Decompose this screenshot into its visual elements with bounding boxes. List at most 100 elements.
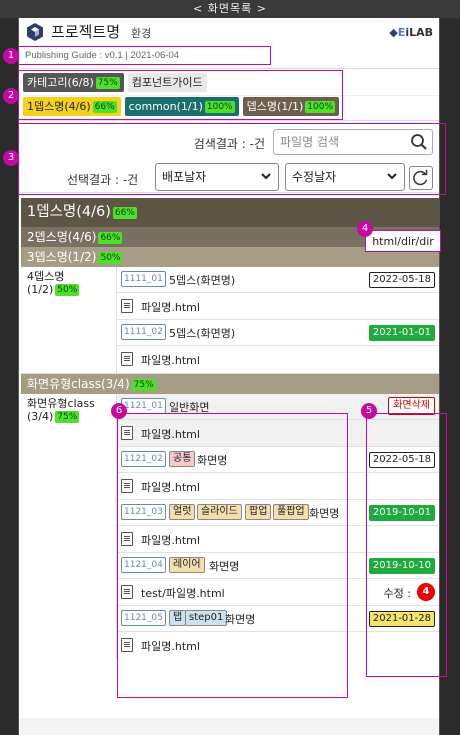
screen-title: 5뎁스(화면명) [169,327,236,340]
refresh-button[interactable] [409,166,433,190]
brand-logo: ◆EiLAB [389,26,433,39]
file-row[interactable]: 파일명.html [117,346,439,373]
percent-badge: 100% [305,101,335,113]
depth2-header[interactable]: 2뎁스명(4/6) 66% html/dir/dir [21,227,441,252]
file-row[interactable]: 파일명.html [117,632,439,659]
modified-label: 수정 : [383,587,411,600]
tag-step: step01 [185,610,228,626]
annotation-badge: 6 [111,403,127,419]
file-row[interactable]: 파일명.html [117,420,439,447]
divider [19,192,439,193]
screen-list-bar[interactable]: < 화면목록 > [0,0,460,18]
screen-code: 1121_03 [121,504,166,520]
file-icon [121,532,133,546]
divider [19,95,439,96]
list-item[interactable]: 1111_01 5뎁스(화면명) 2022-05-18 [117,267,439,293]
tab-common[interactable]: common(1/1) 100% [124,97,239,116]
screen-code: 1111_01 [121,271,166,287]
tab-category[interactable]: 카테고리(6/8) 75% [23,73,124,92]
percent-badge: 75% [55,411,80,423]
file-name-link[interactable]: 파일명.html [141,352,200,368]
group-label: 4뎁스명 (1/2) 50% [21,267,117,373]
tag-layer: 레이어 [169,557,205,573]
search-box [273,129,433,155]
file-row[interactable]: test/파일명.html 수정 : 4 [117,579,439,606]
deploy-date: 2021-01-01 [368,325,435,341]
tag-popup: 팝업 [245,504,272,520]
modified-date-select[interactable]: 수정날자 [285,163,405,191]
screen-code: 1121_01 [121,398,166,414]
delete-screen-button[interactable]: 화면삭제 [388,397,435,415]
divider [19,120,439,121]
file-name-link[interactable]: test/파일명.html [141,585,225,601]
screen-title: 화면명 [197,454,228,467]
screen-title: 화면명 [225,613,256,626]
list-item[interactable]: 1121_02 공통 화면명 2022-05-18 [117,447,439,473]
file-name-link[interactable]: 파일명.html [141,479,200,495]
tag-fullpopup: 풀팝업 [273,504,309,520]
deploy-date: 2022-05-18 [368,452,435,468]
class-group: 화면유형class (3/4) 75% 1121_01 일반화면 화면삭제 파일명.… [21,394,439,659]
chevron-down-icon [261,173,271,180]
list-item[interactable]: 1121_01 일반화면 화면삭제 [117,394,439,420]
modified-count-badge[interactable]: 4 [417,583,435,601]
tab-depth-name[interactable]: 뎁스명(1/1) 100% [242,97,339,116]
screen-title: 화면명 [209,560,240,573]
list-item[interactable]: 1111_02 5뎁스(화면명) 2021-01-01 [117,320,439,346]
tag-alert: 얼럿 [169,504,196,520]
file-name-link[interactable]: 파일명.html [141,299,200,315]
annotation-badge: 2 [3,88,19,104]
search-area: 검색결과 : -건 선택결과 : -건 배포날자 수정날자 [19,122,439,191]
percent-badge: 75% [95,77,120,89]
project-title: 프로젝트명 [51,23,121,41]
deploy-date-select[interactable]: 배포날자 [155,163,279,191]
annotation-badge: 4 [357,221,373,237]
screen-title: 일반화면 [169,401,210,414]
depth4-group: 4뎁스명 (1/2) 50% 1111_01 5뎁스(화면명) 2022-05-18… [21,267,439,374]
deploy-date: 2022-05-18 [368,272,435,288]
category-tabs: 카테고리(6/8) 75% 컴포넌트가이드 [23,73,207,92]
project-logo-icon [27,23,43,41]
header: 프로젝트명 환경 ◆EiLAB [19,18,439,42]
search-icon[interactable] [410,133,428,151]
file-row[interactable]: 파일명.html [117,293,439,320]
screen-code: 1121_05 [121,610,166,626]
annotation-badge: 3 [3,150,19,166]
group-rows: 1121_01 일반화면 화면삭제 파일명.html 1121_02 공통 화면… [117,394,439,659]
file-row[interactable]: 파일명.html [117,526,439,553]
list-item[interactable]: 1121_05 탭 step01 화면명 2021-01-28 [117,606,439,632]
list-item[interactable]: 1121_04 레이어 화면명 2019-10-10 [117,553,439,579]
file-name-link[interactable]: 파일명.html [141,426,200,442]
percent-badge: 66% [92,101,117,113]
screen-title: 화면명 [309,507,340,520]
environment-label: 환경 [131,27,152,40]
search-result-count: 검색결과 : -건 [193,137,265,151]
screen-code: 1121_02 [121,451,166,467]
file-name-link[interactable]: 파일명.html [141,532,200,548]
group-rows: 1111_01 5뎁스(화면명) 2022-05-18 파일명.html 111… [117,267,439,373]
tab-component-guide[interactable]: 컴포넌트가이드 [127,73,207,92]
divider [19,68,439,69]
file-icon [121,638,133,652]
percent-badge: 100% [204,101,235,113]
class-header[interactable]: 화면유형class(3/4) 75% [21,374,439,394]
percent-badge: 66% [98,232,123,244]
file-row[interactable]: 파일명.html [117,473,439,500]
tab-depth1[interactable]: 1뎁스명(4/6) 66% [23,97,121,116]
deploy-date: 2019-10-10 [368,558,435,574]
publishing-guide-info: Publishing Guide : v0.1 | 2021-06-04 [25,50,180,61]
depth1-header[interactable]: 1뎁스명(4/6) 66% [21,198,439,227]
percent-badge: 75% [131,379,156,391]
filename-search-input[interactable] [274,130,404,154]
screen-code: 1121_04 [121,557,166,573]
file-icon [121,426,133,440]
annotation-badge: 1 [3,48,19,64]
tag-slide: 슬라이드 [197,504,242,520]
file-name-link[interactable]: 파일명.html [141,638,200,654]
list-item[interactable]: 1121_03 얼럿 슬라이드 팝업 풀팝업 화면명 2019-10-01 [117,500,439,526]
percent-badge: 50% [55,284,80,296]
screen-title: 5뎁스(화면명) [169,274,236,287]
file-icon [121,479,133,493]
screen-code: 1111_02 [121,324,166,340]
annotation-badge: 5 [361,403,377,419]
